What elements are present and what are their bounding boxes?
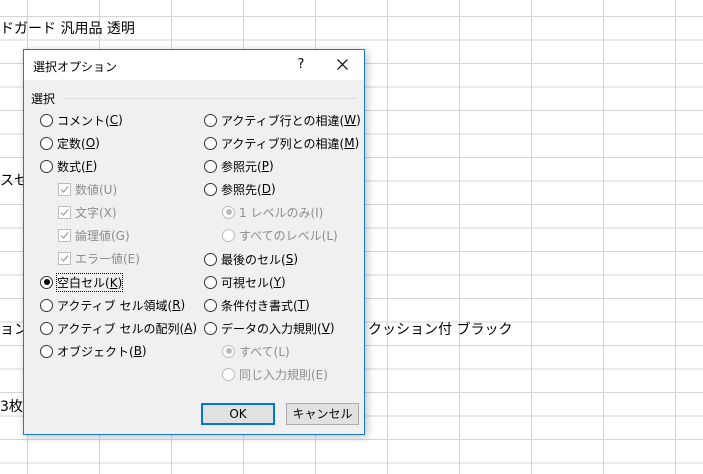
radio-button[interactable] bbox=[204, 159, 217, 173]
group-label: 選択 bbox=[31, 92, 56, 106]
option-objects[interactable]: オブジェクト(B) bbox=[40, 342, 147, 360]
option-data-validation[interactable]: データの入力規則(V) bbox=[204, 319, 335, 337]
option-current-array[interactable]: アクティブ セルの配列(A) bbox=[40, 319, 197, 337]
option-constants[interactable]: 定数(O) bbox=[40, 134, 100, 152]
option-blanks[interactable]: 空白セル(K) bbox=[40, 272, 124, 292]
group-divider bbox=[64, 98, 356, 99]
checkbox-numbers[interactable]: 数値(U) bbox=[58, 180, 117, 198]
option-row-differences[interactable]: アクティブ行との相違(W) bbox=[204, 111, 361, 129]
radio-button[interactable] bbox=[222, 367, 235, 381]
radio-button[interactable] bbox=[204, 298, 217, 312]
radio-button[interactable] bbox=[40, 298, 53, 312]
option-current-region[interactable]: アクティブ セル領域(R) bbox=[40, 296, 185, 314]
option-all-levels[interactable]: すべてのレベル(L) bbox=[222, 226, 338, 244]
option-visible-cells[interactable]: 可視セル(Y) bbox=[204, 273, 286, 291]
cell-text: ドガード 汎用品 透明 bbox=[0, 21, 135, 37]
checkbox-errors[interactable]: エラー値(E) bbox=[58, 249, 140, 267]
radio-button[interactable] bbox=[204, 182, 217, 196]
radio-button[interactable] bbox=[40, 113, 53, 127]
checkbox[interactable] bbox=[58, 228, 71, 242]
option-last-cell[interactable]: 最後のセル(S) bbox=[204, 250, 298, 268]
dialog-title: 選択オプション bbox=[33, 60, 118, 74]
option-conditional-formats[interactable]: 条件付き書式(T) bbox=[204, 296, 310, 314]
close-button[interactable] bbox=[328, 52, 358, 78]
radio-button[interactable] bbox=[204, 113, 217, 127]
cancel-button[interactable]: キャンセル bbox=[286, 403, 359, 425]
radio-button-selected[interactable] bbox=[222, 344, 235, 358]
checkmark-icon bbox=[60, 231, 69, 239]
checkbox[interactable] bbox=[58, 205, 71, 219]
checkbox[interactable] bbox=[58, 251, 71, 265]
option-column-differences[interactable]: アクティブ列との相違(M) bbox=[204, 134, 359, 152]
option-direct-only[interactable]: 1 レベルのみ(I) bbox=[222, 203, 323, 221]
title-bar[interactable]: 選択オプション ? bbox=[24, 50, 364, 80]
checkmark-icon bbox=[60, 208, 69, 216]
radio-button[interactable] bbox=[40, 159, 53, 173]
help-button[interactable]: ? bbox=[290, 54, 312, 76]
checkmark-icon bbox=[60, 185, 69, 193]
close-icon bbox=[337, 59, 348, 70]
option-validation-all[interactable]: すべて(L) bbox=[222, 342, 290, 360]
option-comments[interactable]: コメント(C) bbox=[40, 111, 123, 129]
option-validation-same[interactable]: 同じ入力規則(E) bbox=[222, 365, 328, 383]
checkbox[interactable] bbox=[58, 182, 71, 196]
select-options-dialog: 選択オプション ? 選択 コメント(C) 定数(O) 数式(F) 数値(U) 文… bbox=[23, 49, 365, 435]
radio-button-selected[interactable] bbox=[40, 275, 53, 289]
checkbox-text[interactable]: 文字(X) bbox=[58, 203, 117, 221]
option-label: 空白セル(K) bbox=[55, 272, 124, 292]
radio-button[interactable] bbox=[40, 344, 53, 358]
radio-button[interactable] bbox=[204, 275, 217, 289]
option-formulas[interactable]: 数式(F) bbox=[40, 157, 97, 175]
radio-button[interactable] bbox=[40, 136, 53, 150]
option-dependents[interactable]: 参照先(D) bbox=[204, 180, 276, 198]
checkmark-icon bbox=[60, 254, 69, 262]
cell-text: 3枚 bbox=[0, 399, 23, 415]
radio-button-selected[interactable] bbox=[222, 205, 235, 219]
radio-button[interactable] bbox=[204, 252, 217, 266]
radio-button[interactable] bbox=[222, 228, 235, 242]
ok-button[interactable]: OK bbox=[201, 403, 275, 425]
radio-button[interactable] bbox=[204, 321, 217, 335]
option-precedents[interactable]: 参照元(P) bbox=[204, 157, 274, 175]
cell-text: クッション付 ブラック bbox=[368, 322, 513, 338]
checkbox-logicals[interactable]: 論理値(G) bbox=[58, 226, 130, 244]
radio-button[interactable] bbox=[40, 321, 53, 335]
radio-button[interactable] bbox=[204, 136, 217, 150]
